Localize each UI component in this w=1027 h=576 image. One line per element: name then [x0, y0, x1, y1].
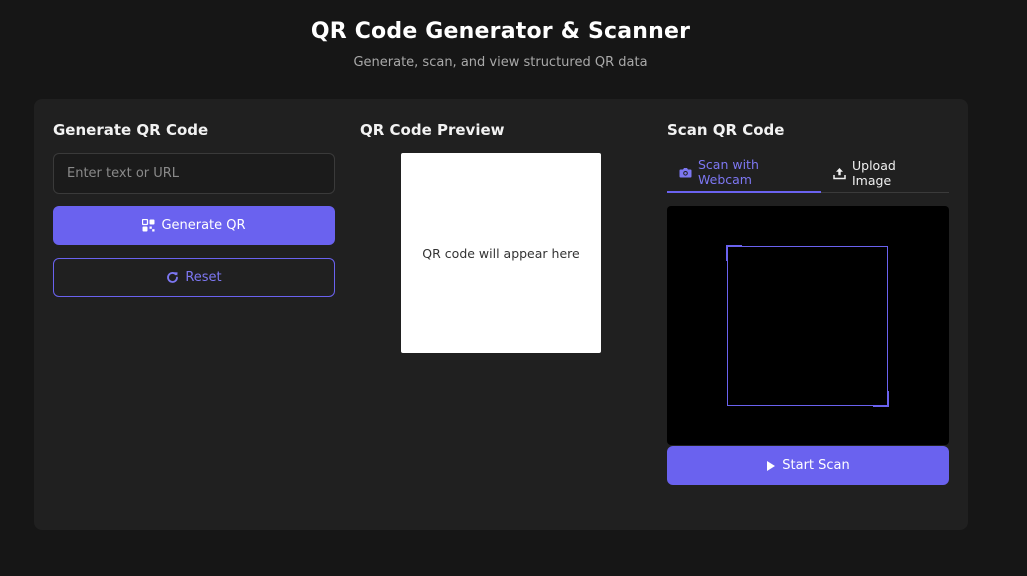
reset-label: Reset — [185, 270, 222, 285]
reset-button[interactable]: Reset — [53, 258, 335, 297]
tab-scan-webcam-label: Scan with Webcam — [698, 157, 759, 187]
tab-upload-image-label: Upload Image — [852, 158, 896, 188]
generate-section-title: Generate QR Code — [53, 121, 209, 139]
tab-scan-webcam[interactable]: Scan with Webcam — [667, 153, 821, 193]
qr-grid-icon — [142, 219, 155, 232]
start-scan-button[interactable]: Start Scan — [667, 446, 949, 485]
tab-upload-image[interactable]: Upload Image — [821, 153, 949, 193]
generate-qr-label: Generate QR — [161, 218, 246, 233]
refresh-icon — [166, 271, 179, 284]
start-scan-label: Start Scan — [782, 458, 850, 473]
scan-tabs: Scan with Webcam Upload Image — [667, 153, 949, 193]
generate-qr-button[interactable]: Generate QR — [53, 206, 335, 245]
scan-frame-corner-bottom-right — [873, 391, 889, 407]
main-card: Generate QR Code Generate QR — [34, 99, 968, 530]
camera-icon — [679, 167, 692, 178]
qr-text-input[interactable] — [53, 153, 335, 194]
webcam-viewport — [667, 206, 949, 445]
page-title: QR Code Generator & Scanner — [310, 19, 691, 44]
play-icon — [766, 460, 776, 472]
scan-frame-corner-top-left — [726, 245, 742, 261]
scan-frame — [726, 245, 889, 407]
page-subtitle: Generate, scan, and view structured QR d… — [353, 55, 648, 70]
upload-icon — [833, 167, 846, 180]
qr-preview-box: QR code will appear here — [401, 153, 601, 353]
scan-section-title: Scan QR Code — [667, 121, 785, 139]
header: QR Code Generator & Scanner Generate, sc… — [0, 16, 1001, 72]
qr-preview-placeholder: QR code will appear here — [422, 245, 580, 261]
preview-section-title: QR Code Preview — [360, 121, 505, 139]
